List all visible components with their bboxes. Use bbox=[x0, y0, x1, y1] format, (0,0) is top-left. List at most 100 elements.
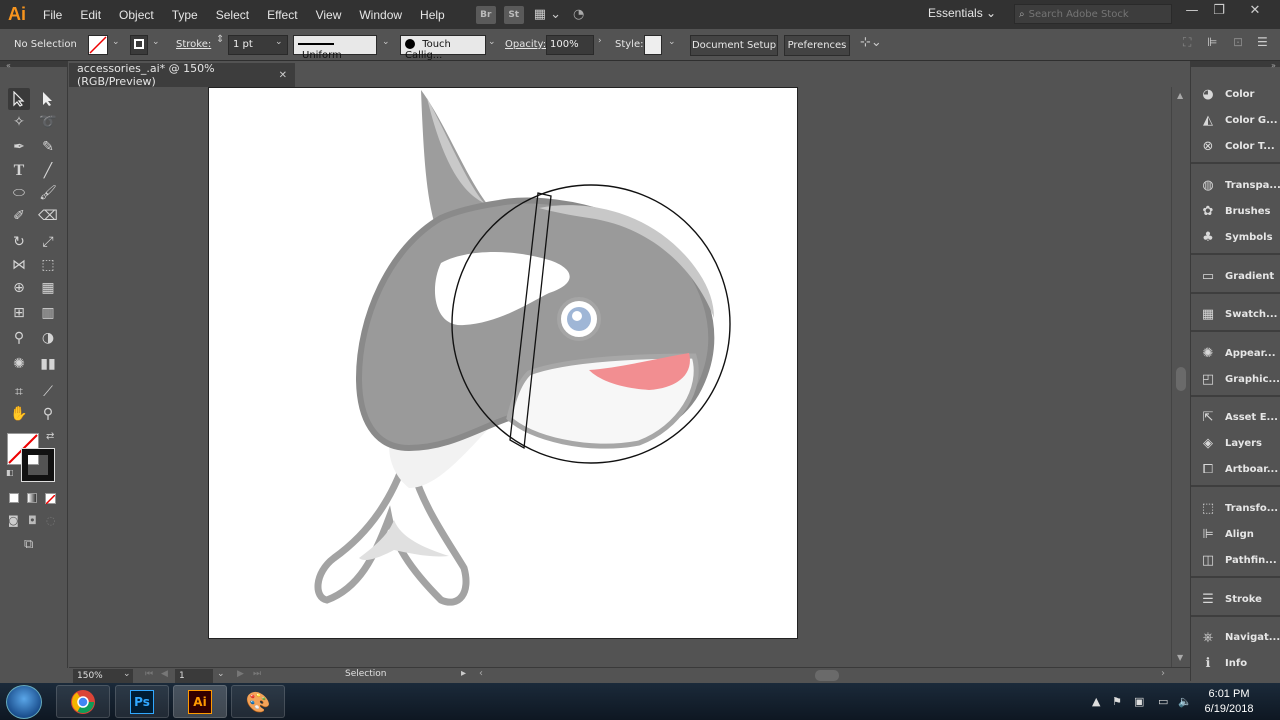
power-icon[interactable]: ▭ bbox=[1158, 695, 1168, 708]
opacity-label[interactable]: Opacity: bbox=[505, 39, 546, 50]
eraser-tool-icon[interactable]: ⌫ bbox=[37, 205, 59, 227]
draw-behind-icon[interactable]: ◘ bbox=[28, 514, 37, 527]
chrome-taskbar-button[interactable] bbox=[56, 685, 110, 718]
align-options-icon[interactable]: ⊫ bbox=[1207, 35, 1217, 49]
gradient-mode-icon[interactable] bbox=[27, 493, 37, 503]
selection-tool-icon[interactable] bbox=[8, 88, 30, 110]
preferences-button[interactable]: Preferences bbox=[784, 35, 850, 56]
chevron-down-icon[interactable]: ⌄ bbox=[152, 37, 160, 47]
line-segment-tool-icon[interactable]: ╱ bbox=[37, 160, 59, 182]
panel-appearance[interactable]: ✺ Appear... bbox=[1199, 342, 1280, 364]
panel-layers[interactable]: ◈ Layers bbox=[1199, 432, 1280, 454]
symbol-sprayer-tool-icon[interactable]: ✺ bbox=[8, 353, 30, 375]
close-icon[interactable]: ✕ bbox=[1243, 3, 1267, 18]
previous-artboard-icon[interactable]: ◀ bbox=[161, 669, 168, 679]
perspective-grid-tool-icon[interactable]: ▦ bbox=[37, 277, 59, 299]
width-tool-icon[interactable]: ⋈ bbox=[8, 254, 30, 276]
hand-tool-icon[interactable]: ✋ bbox=[8, 403, 30, 425]
workspace-switcher[interactable]: Essentials ⌄ bbox=[928, 6, 996, 20]
next-artboard-icon[interactable]: ▶ bbox=[237, 669, 244, 679]
stock-button[interactable]: St bbox=[503, 5, 524, 24]
panel-color-guide[interactable]: ◭ Color G... bbox=[1199, 109, 1280, 131]
screen-mode-icon[interactable]: ⧉ bbox=[24, 537, 33, 552]
stepper-icon[interactable]: ⇕ bbox=[216, 34, 224, 45]
vertical-scrollbar[interactable]: ▲ ▼ bbox=[1171, 87, 1190, 667]
zoom-tool-icon[interactable]: ⚲ bbox=[37, 403, 59, 425]
artboard-number-field[interactable]: 1 bbox=[175, 669, 213, 683]
shaper-tool-icon[interactable]: ✐ bbox=[8, 205, 30, 227]
rotate-tool-icon[interactable]: ↻ bbox=[8, 231, 30, 253]
chevron-down-icon[interactable]: ⌄ bbox=[275, 37, 283, 47]
network-icon[interactable]: ⚑ bbox=[1112, 695, 1122, 708]
minimize-icon[interactable]: — bbox=[1180, 3, 1204, 18]
panel-transparency[interactable]: ◍ Transpa... bbox=[1199, 174, 1280, 196]
chevron-down-icon[interactable]: ⌄ bbox=[112, 37, 120, 47]
menu-help[interactable]: Help bbox=[411, 8, 454, 22]
horizontal-scroll-thumb[interactable] bbox=[815, 670, 839, 681]
panel-pathfinder[interactable]: ◫ Pathfin... bbox=[1199, 549, 1280, 571]
direct-selection-tool-icon[interactable] bbox=[37, 88, 59, 110]
system-clock[interactable]: 6:01 PM 6/19/2018 bbox=[1190, 687, 1268, 717]
lasso-tool-icon[interactable]: ➰ bbox=[37, 111, 59, 133]
default-colors-icon[interactable]: ◧ bbox=[6, 468, 14, 477]
shape-builder-tool-icon[interactable]: ⊕ bbox=[8, 277, 30, 299]
gpu-performance-icon[interactable]: ◔ bbox=[573, 7, 584, 22]
artboard-tool-icon[interactable]: ⌗ bbox=[8, 381, 30, 403]
scroll-down-icon[interactable]: ▼ bbox=[1177, 653, 1183, 662]
magic-wand-tool-icon[interactable]: ✧ bbox=[8, 111, 30, 133]
curvature-tool-icon[interactable]: ✎ bbox=[37, 136, 59, 158]
chevron-down-icon[interactable]: ⌄ bbox=[668, 37, 676, 47]
transform-options-icon[interactable]: ⛶ bbox=[1183, 35, 1191, 50]
scroll-up-icon[interactable]: ▲ bbox=[1177, 91, 1183, 100]
panel-color[interactable]: ◕ Color bbox=[1199, 83, 1280, 105]
action-center-icon[interactable]: ▣ bbox=[1134, 695, 1144, 708]
panel-asset-export[interactable]: ⇱ Asset E... bbox=[1199, 406, 1280, 428]
document-tab[interactable]: accessories_.ai* @ 150% (RGB/Preview) ✕ bbox=[69, 62, 295, 88]
expand-panels-icon[interactable]: » bbox=[1271, 61, 1276, 70]
panel-gradient[interactable]: ▭ Gradient bbox=[1199, 265, 1280, 287]
draw-inside-icon[interactable]: ◌ bbox=[46, 514, 56, 527]
draw-normal-icon[interactable]: ◙ bbox=[8, 514, 19, 527]
bridge-button[interactable]: Br bbox=[475, 5, 496, 24]
menu-window[interactable]: Window bbox=[350, 8, 411, 22]
menu-effect[interactable]: Effect bbox=[258, 8, 306, 22]
panel-symbols[interactable]: ♣ Symbols bbox=[1199, 226, 1280, 248]
fill-swatch[interactable] bbox=[88, 35, 108, 55]
panel-swatches[interactable]: ▦ Swatch... bbox=[1199, 303, 1280, 325]
arrange-icon[interactable]: ⊹⌄ bbox=[860, 35, 882, 50]
menu-file[interactable]: File bbox=[34, 8, 71, 22]
menu-edit[interactable]: Edit bbox=[71, 8, 110, 22]
show-hidden-icons[interactable]: ▲ bbox=[1092, 695, 1100, 708]
chevron-down-icon[interactable]: ⌄ bbox=[217, 669, 225, 679]
chevron-down-icon[interactable]: ⌄ bbox=[488, 37, 496, 47]
chevron-down-icon[interactable]: ⌄ bbox=[382, 37, 390, 47]
menu-type[interactable]: Type bbox=[163, 8, 207, 22]
eyedropper-tool-icon[interactable]: ⚲ bbox=[8, 327, 30, 349]
last-artboard-icon[interactable]: ⏭ bbox=[253, 669, 261, 679]
paintbrush-tool-icon[interactable]: 🖌 bbox=[37, 182, 59, 204]
variable-width-profile[interactable]: Uniform bbox=[293, 35, 377, 61]
chevron-down-icon[interactable]: ⌄ bbox=[123, 669, 131, 679]
free-transform-tool-icon[interactable]: ⬚ bbox=[37, 254, 59, 276]
close-tab-icon[interactable]: ✕ bbox=[279, 70, 287, 81]
panel-color-themes[interactable]: ⊗ Color T... bbox=[1199, 135, 1280, 157]
document-setup-button[interactable]: Document Setup bbox=[690, 35, 778, 56]
scroll-left-icon[interactable]: ‹ bbox=[479, 668, 483, 679]
stroke-label[interactable]: Stroke: bbox=[176, 39, 211, 50]
blend-tool-icon[interactable]: ◑ bbox=[37, 327, 59, 349]
collapse-icon[interactable]: « bbox=[6, 61, 11, 70]
photoshop-taskbar-button[interactable]: Ps bbox=[115, 685, 169, 718]
graphic-style-swatch[interactable] bbox=[644, 35, 662, 55]
pen-tool-icon[interactable]: ✒ bbox=[8, 136, 30, 158]
color-mode-icon[interactable] bbox=[9, 493, 19, 503]
scale-tool-icon[interactable]: ⤢ bbox=[37, 231, 59, 253]
gradient-tool-icon[interactable]: ▥ bbox=[37, 302, 59, 324]
swap-colors-icon[interactable]: ⇄ bbox=[46, 431, 54, 442]
scroll-right-icon[interactable]: › bbox=[1161, 668, 1165, 679]
panel-brushes[interactable]: ✿ Brushes bbox=[1199, 200, 1280, 222]
menu-select[interactable]: Select bbox=[207, 8, 258, 22]
artboard[interactable] bbox=[208, 87, 798, 639]
slice-tool-icon[interactable]: ⟋ bbox=[37, 381, 59, 403]
stroke-color-box[interactable] bbox=[21, 448, 55, 482]
arrange-documents-icon[interactable]: ▦ ⌄ bbox=[534, 7, 561, 22]
